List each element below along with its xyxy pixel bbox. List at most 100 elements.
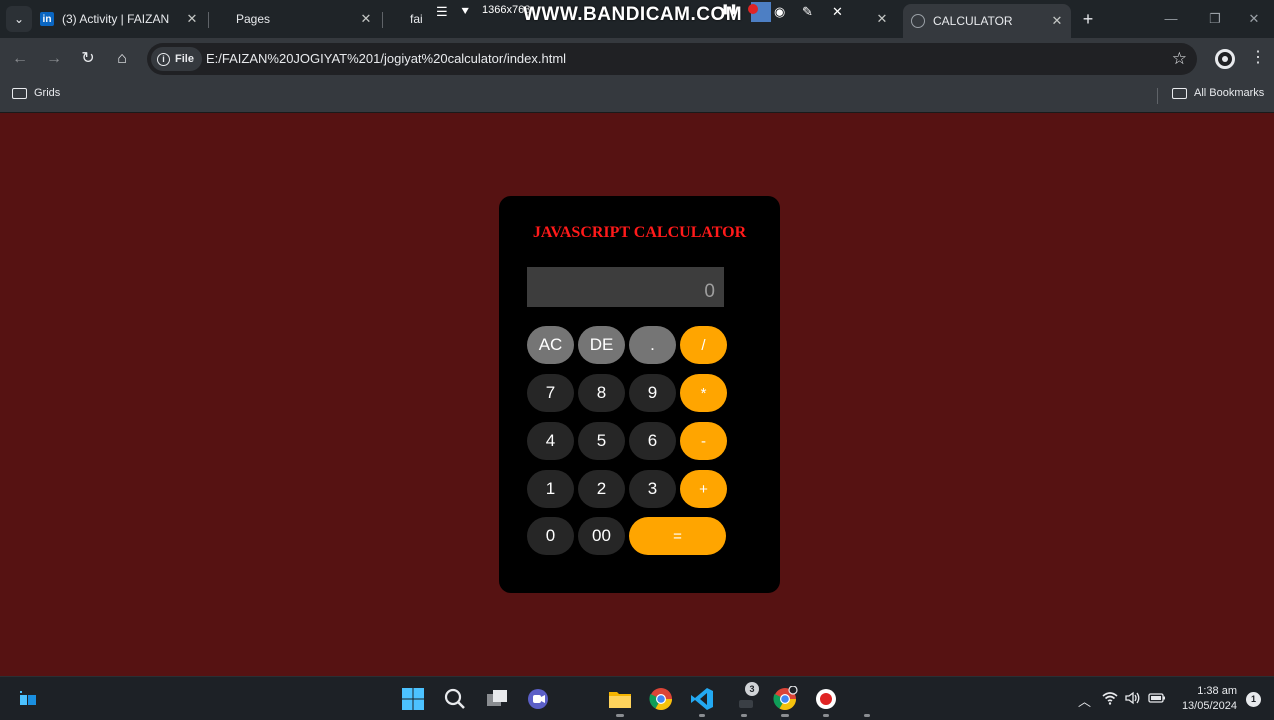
calculator-display[interactable] bbox=[527, 267, 724, 307]
key-1[interactable]: 1 bbox=[527, 470, 574, 508]
site-info-chip[interactable]: i File bbox=[151, 47, 202, 71]
tab-linkedin[interactable]: in (3) Activity | FAIZAN J ✕ bbox=[40, 4, 206, 34]
info-icon: i bbox=[157, 52, 170, 66]
key-clear-all[interactable]: AC bbox=[527, 326, 574, 364]
wifi-icon[interactable] bbox=[1102, 691, 1118, 708]
key-0[interactable]: 0 bbox=[527, 517, 574, 555]
key-4[interactable]: 4 bbox=[527, 422, 574, 460]
tab-title: fai bbox=[410, 12, 423, 26]
key-3[interactable]: 3 bbox=[629, 470, 676, 508]
start-icon[interactable] bbox=[400, 686, 426, 712]
teams-icon[interactable] bbox=[525, 686, 551, 712]
key-add[interactable]: + bbox=[680, 470, 727, 508]
menu-icon[interactable]: ☰ bbox=[436, 4, 448, 20]
windows-taskbar: 3 ︿ 1:38 am 13/05/2024 1 bbox=[0, 676, 1274, 720]
battery-icon[interactable] bbox=[1148, 691, 1166, 708]
chrome-icon[interactable] bbox=[648, 686, 674, 712]
profile-avatar[interactable] bbox=[1215, 49, 1235, 69]
bandicam-icon[interactable] bbox=[813, 686, 839, 712]
search-icon[interactable] bbox=[442, 686, 468, 712]
page-viewport: JAVASCRIPT CALCULATOR ACDE./ 789* 456- 123+… bbox=[0, 113, 1274, 676]
all-bookmarks-label: All Bookmarks bbox=[1194, 87, 1265, 99]
page-icon bbox=[214, 12, 228, 26]
notification-badge[interactable]: 1 bbox=[1246, 692, 1261, 707]
app-icon[interactable]: 3 bbox=[733, 682, 759, 712]
camera-icon[interactable]: ◉ bbox=[774, 4, 785, 20]
key-9[interactable]: 9 bbox=[629, 374, 676, 412]
running-indicator bbox=[699, 714, 705, 717]
page-icon bbox=[388, 12, 402, 26]
key-divide[interactable]: / bbox=[680, 326, 727, 364]
back-button[interactable]: ← bbox=[8, 47, 32, 71]
close-icon[interactable]: ✕ bbox=[832, 4, 843, 20]
close-icon[interactable]: ✕ bbox=[358, 11, 374, 27]
chevron-up-icon[interactable]: ︿ bbox=[1078, 691, 1091, 710]
close-icon[interactable]: ✕ bbox=[874, 11, 890, 27]
running-indicator bbox=[864, 714, 870, 717]
tab-title: Pages bbox=[236, 12, 271, 26]
linkedin-icon: in bbox=[40, 12, 54, 26]
chrome-profile-icon[interactable] bbox=[772, 685, 798, 712]
bookmark-separator bbox=[1157, 88, 1158, 104]
folder-icon bbox=[12, 87, 27, 99]
chevron-down-icon: ⌄ bbox=[13, 12, 25, 26]
system-clock[interactable]: 1:38 am 13/05/2024 bbox=[1177, 684, 1237, 714]
arrow-left-icon: ← bbox=[12, 50, 28, 67]
calculator-title: JAVASCRIPT CALCULATOR bbox=[532, 224, 747, 241]
bookmark-star-icon[interactable]: ☆ bbox=[1172, 49, 1187, 69]
tab-pages[interactable]: Pages ✕ bbox=[214, 4, 380, 34]
tab-search-button[interactable]: ⌄ bbox=[6, 6, 32, 32]
url-text[interactable]: E:/FAIZAN%20JOGIYAT%201/jogiyat%20calcul… bbox=[206, 51, 566, 66]
bookmarks-bar: Grids All Bookmarks bbox=[0, 80, 1274, 113]
more-menu-icon[interactable]: ⋮ bbox=[1250, 47, 1266, 67]
key-7[interactable]: 7 bbox=[527, 374, 574, 412]
close-icon[interactable]: ✕ bbox=[184, 11, 200, 27]
volume-icon[interactable] bbox=[1125, 691, 1141, 708]
all-bookmarks-button[interactable]: All Bookmarks bbox=[1172, 87, 1264, 99]
running-indicator bbox=[616, 714, 624, 717]
key-equals[interactable]: = bbox=[629, 517, 726, 555]
tab-separator bbox=[208, 12, 209, 28]
task-view-icon[interactable] bbox=[484, 686, 510, 712]
key-subtract[interactable]: - bbox=[680, 422, 727, 460]
reload-button[interactable]: ↻ bbox=[76, 47, 100, 71]
forward-button[interactable]: → bbox=[42, 47, 66, 71]
file-explorer-icon[interactable] bbox=[607, 686, 633, 712]
key-multiply[interactable]: * bbox=[680, 374, 727, 412]
restore-button[interactable]: ❐ bbox=[1195, 6, 1235, 32]
tab-strip: ⌄ in (3) Activity | FAIZAN J ✕ Pages ✕ f… bbox=[0, 0, 1274, 38]
pencil-icon[interactable]: ✎ bbox=[802, 4, 813, 20]
address-bar[interactable]: i File E:/FAIZAN%20JOGIYAT%201/jogiyat%2… bbox=[147, 43, 1197, 75]
reload-icon: ↻ bbox=[81, 50, 95, 67]
clock-time: 1:38 am bbox=[1197, 685, 1237, 697]
key-decimal[interactable]: . bbox=[629, 326, 676, 364]
key-5[interactable]: 5 bbox=[578, 422, 625, 460]
tab-title: (3) Activity | FAIZAN J bbox=[62, 12, 172, 26]
tab-title: CALCULATOR bbox=[933, 14, 1013, 28]
widgets-icon[interactable] bbox=[15, 686, 41, 712]
pin-icon[interactable]: ⯆ bbox=[460, 4, 470, 20]
close-icon[interactable]: ✕ bbox=[1049, 13, 1065, 29]
tab-separator bbox=[382, 12, 383, 28]
key-8[interactable]: 8 bbox=[578, 374, 625, 412]
folder-icon bbox=[1172, 87, 1187, 99]
bandicam-overlay: ☰ ⯆ 1366x768 WWW.BANDICAM.COM ❚❚ ◉ ✎ ✕ bbox=[430, 0, 850, 26]
tab-calculator[interactable]: CALCULATOR ✕ bbox=[903, 4, 1071, 38]
minimize-button[interactable]: — bbox=[1151, 6, 1191, 32]
new-tab-button[interactable]: + bbox=[1077, 8, 1099, 30]
key-6[interactable]: 6 bbox=[629, 422, 676, 460]
key-double-zero[interactable]: 00 bbox=[578, 517, 625, 555]
key-2[interactable]: 2 bbox=[578, 470, 625, 508]
scheme-label: File bbox=[175, 53, 194, 65]
chrome-window-count: 3 bbox=[745, 682, 759, 696]
clock-date: 13/05/2024 bbox=[1181, 700, 1237, 712]
arrow-right-icon: → bbox=[46, 50, 62, 67]
bookmark-folder-grids[interactable]: Grids bbox=[12, 87, 60, 99]
bookmark-label: Grids bbox=[34, 87, 61, 99]
pause-icon[interactable]: ❚❚ bbox=[721, 4, 738, 15]
close-window-button[interactable]: ✕ bbox=[1234, 6, 1274, 32]
vscode-icon[interactable] bbox=[689, 686, 715, 712]
calculator: JAVASCRIPT CALCULATOR ACDE./ 789* 456- 123+… bbox=[499, 196, 780, 593]
home-button[interactable]: ⌂ bbox=[110, 47, 134, 71]
key-delete[interactable]: DE bbox=[578, 326, 625, 364]
